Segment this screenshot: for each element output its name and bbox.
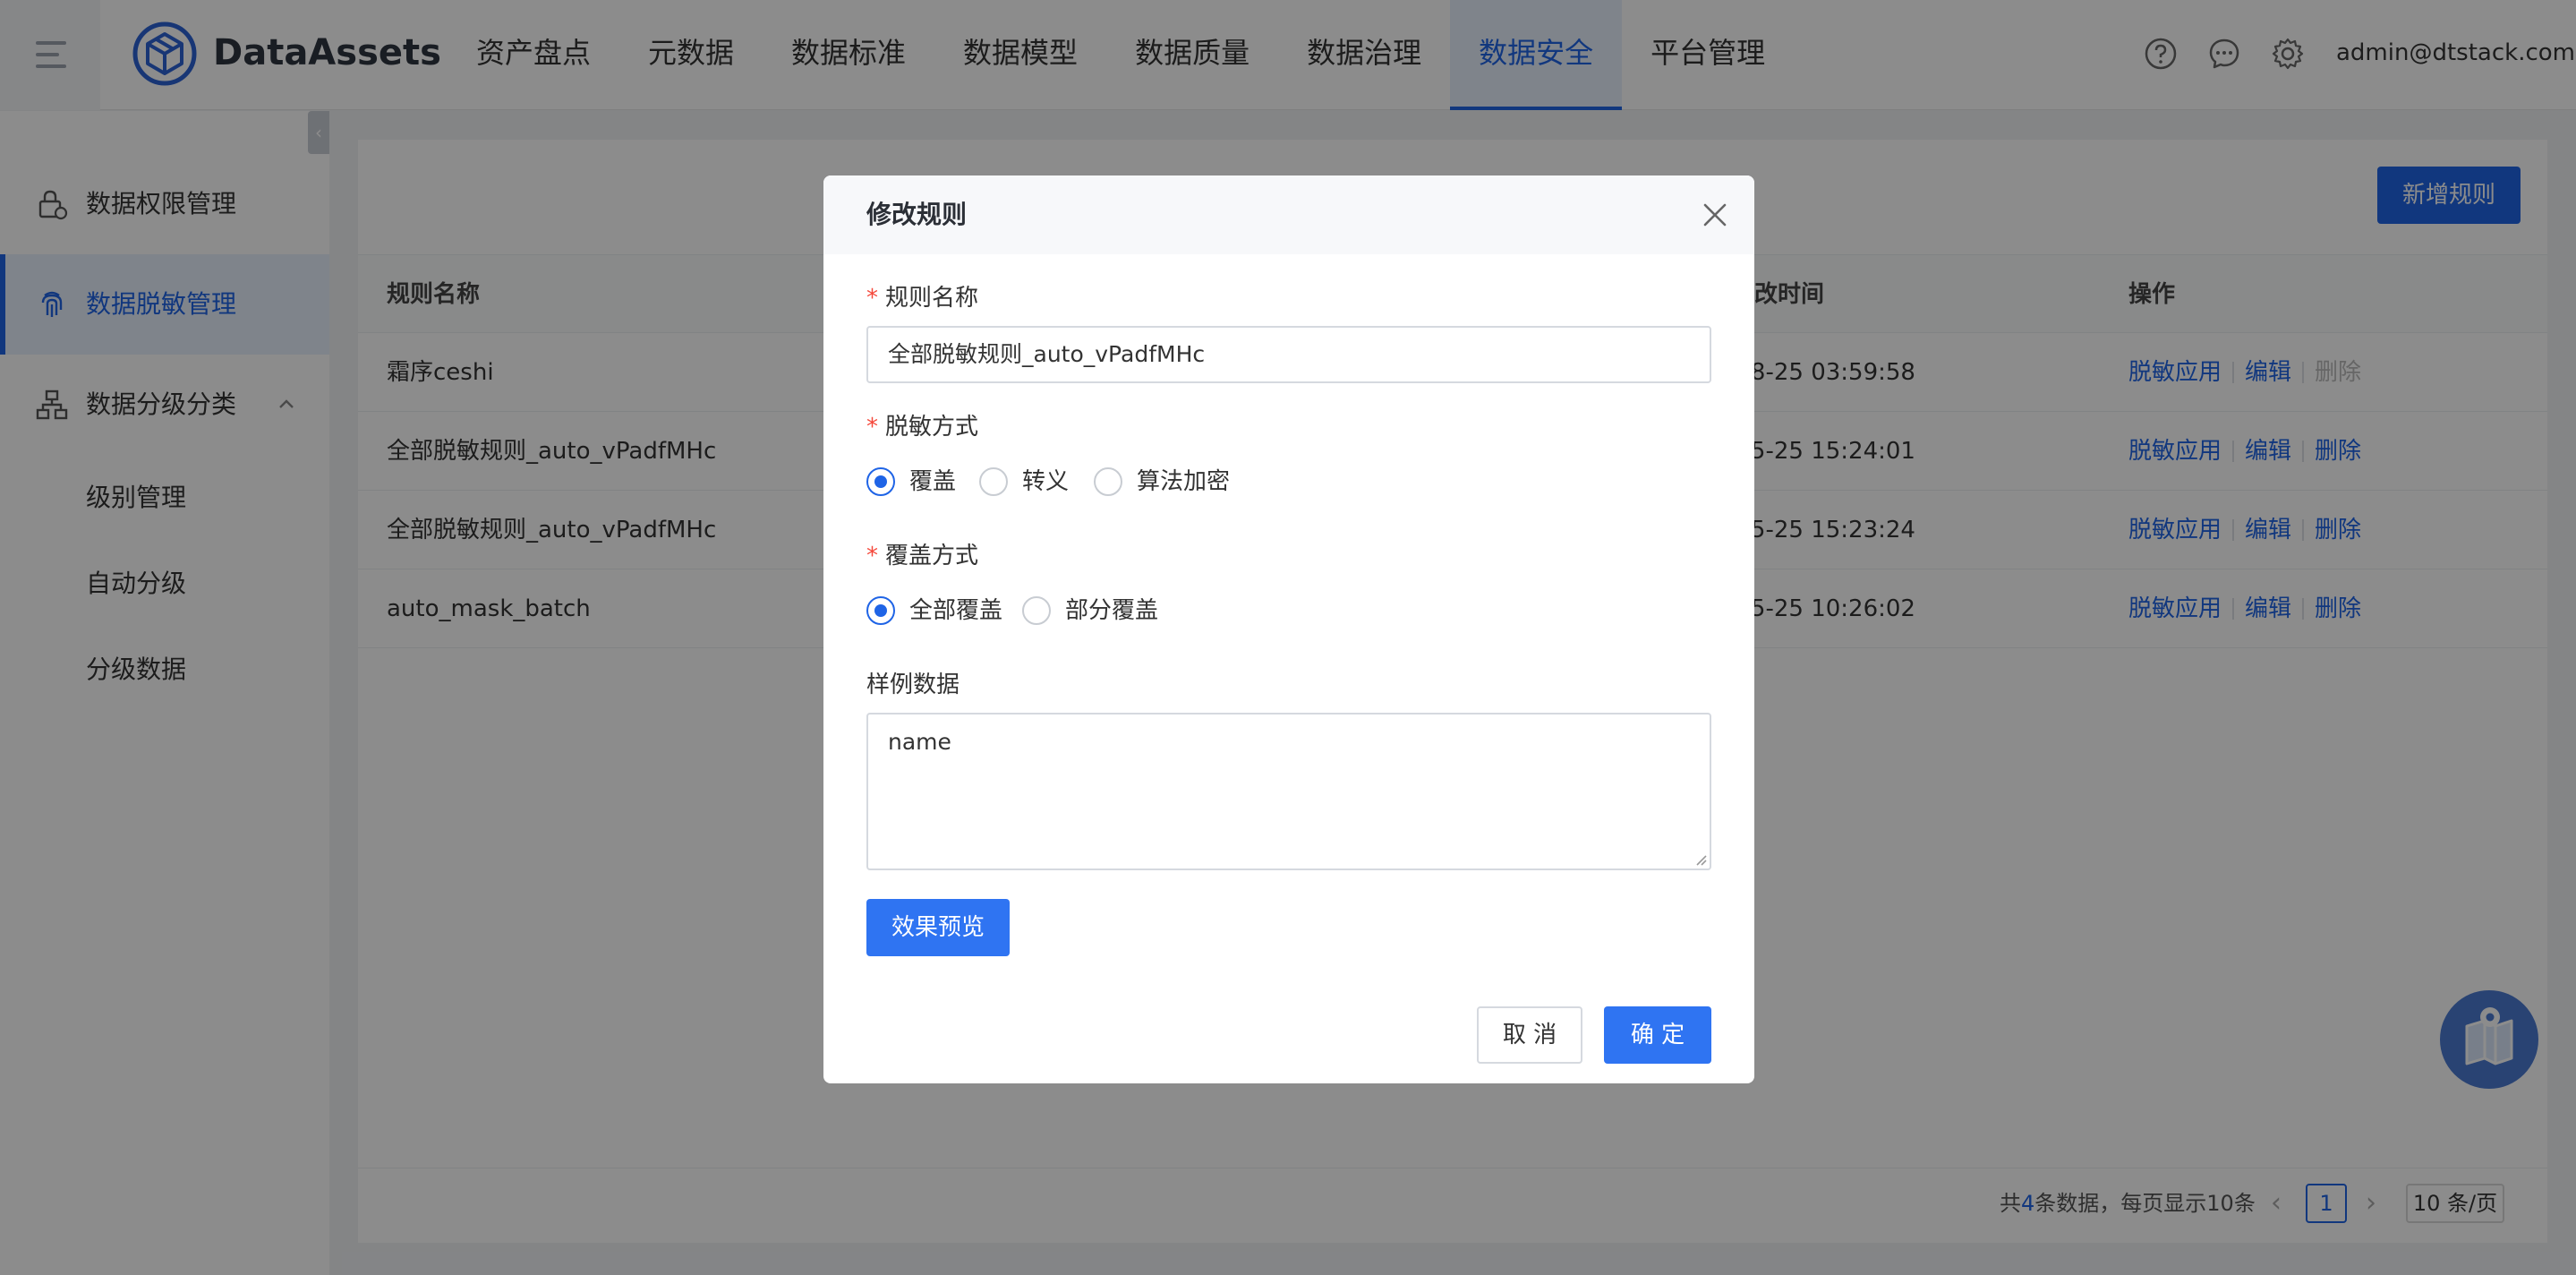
radio-unchecked-icon bbox=[1022, 596, 1051, 625]
mask-method-label-text: 脱敏方式 bbox=[885, 414, 979, 441]
radio-label: 转义 bbox=[1022, 468, 1070, 495]
radio-escape[interactable]: 转义 bbox=[979, 464, 1078, 500]
cover-method-label-text: 覆盖方式 bbox=[885, 543, 979, 569]
radio-label: 全部覆盖 bbox=[909, 597, 1003, 624]
ok-button[interactable]: 确 定 bbox=[1604, 1006, 1711, 1064]
radio-checked-icon bbox=[866, 596, 895, 625]
radio-full-cover[interactable]: 全部覆盖 bbox=[866, 593, 1010, 629]
radio-partial-cover[interactable]: 部分覆盖 bbox=[1022, 593, 1165, 629]
radio-algorithm-encryption[interactable]: 算法加密 bbox=[1094, 464, 1237, 500]
radio-cover[interactable]: 覆盖 bbox=[866, 464, 965, 500]
modal-title: 修改规则 bbox=[866, 200, 968, 229]
rule-name-input[interactable]: 全部脱敏规则_auto_vPadfMHc bbox=[866, 326, 1711, 383]
radio-label: 算法加密 bbox=[1137, 468, 1231, 495]
modal-header: 修改规则 bbox=[823, 175, 1754, 254]
radio-label: 部分覆盖 bbox=[1065, 597, 1159, 624]
required-mark: * bbox=[866, 543, 878, 569]
mask-method-label: * 脱敏方式 bbox=[866, 412, 978, 442]
sample-data-label: 样例数据 bbox=[866, 672, 960, 698]
radio-checked-icon bbox=[866, 467, 895, 496]
preview-button[interactable]: 效果预览 bbox=[866, 899, 1010, 956]
edit-rule-modal: 修改规则 * 规则名称 全部脱敏规则_auto_vPadfMHc * 脱敏方式 覆盖… bbox=[823, 175, 1754, 1083]
sample-data-textarea[interactable]: name bbox=[866, 713, 1711, 870]
rule-name-label: * 规则名称 bbox=[866, 283, 978, 313]
radio-unchecked-icon bbox=[979, 467, 1008, 496]
cancel-button[interactable]: 取 消 bbox=[1477, 1006, 1582, 1064]
close-icon[interactable] bbox=[1697, 197, 1733, 233]
resize-grip-icon[interactable] bbox=[1693, 852, 1708, 867]
radio-unchecked-icon bbox=[1094, 467, 1122, 496]
cover-method-label: * 覆盖方式 bbox=[866, 541, 978, 571]
required-mark: * bbox=[866, 414, 878, 441]
required-mark: * bbox=[866, 285, 878, 312]
rule-name-label-text: 规则名称 bbox=[885, 285, 979, 312]
radio-label: 覆盖 bbox=[909, 468, 957, 495]
